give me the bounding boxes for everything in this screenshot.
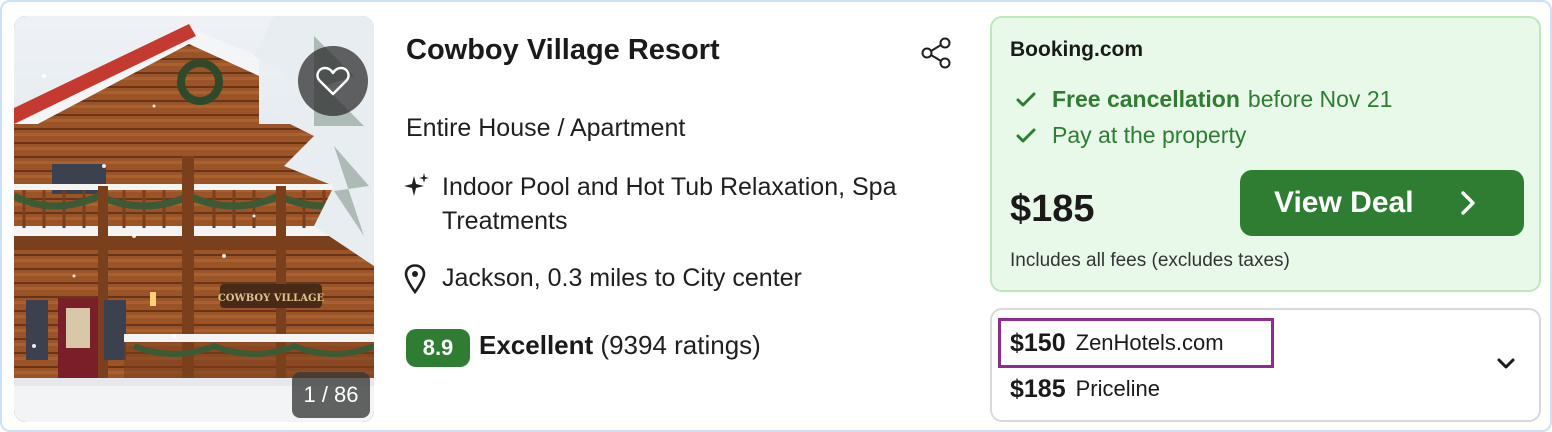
other-offers-panel[interactable]: $150 ZenHotels.com $185 Priceline (990, 308, 1541, 422)
share-button[interactable] (918, 36, 954, 70)
perk-bold-text: Free cancellation (1052, 86, 1240, 112)
deal-provider: Booking.com (1010, 38, 1144, 61)
offer-price: $185 (1010, 374, 1066, 403)
share-icon (921, 37, 951, 69)
hotel-name[interactable]: Cowboy Village Resort (406, 34, 720, 67)
photo-sign-text: COWBOY VILLAGE (218, 293, 325, 304)
hotel-listing-card: COWBOY VILLAGE 1 / 86 Cowboy Village Res… (0, 0, 1552, 432)
chevron-right-icon (1461, 191, 1475, 215)
sparkle-icon (404, 173, 429, 196)
amenity-highlight: Indoor Pool and Hot Tub Relaxation, Spa … (442, 173, 897, 235)
perk-free-cancellation: Free cancellation before Nov 21 (1016, 86, 1392, 113)
offer-site: Priceline (1075, 376, 1160, 401)
offer-site: ZenHotels.com (1075, 330, 1224, 355)
rating-summary: Excellent (9394 ratings) (479, 330, 761, 361)
photo-counter: 1 / 86 (292, 372, 370, 418)
fee-note: Includes all fees (excludes taxes) (1010, 250, 1290, 271)
perk-text: before Nov 21 (1247, 86, 1393, 112)
view-deal-label: View Deal (1274, 186, 1414, 219)
check-icon (1016, 92, 1036, 106)
offer-price: $150 (1010, 328, 1066, 357)
rating-score-badge: 8.9 (406, 329, 470, 367)
check-icon (1016, 128, 1036, 142)
rating-count: (9394 ratings) (600, 330, 761, 360)
map-pin-icon (404, 264, 426, 294)
view-deal-button[interactable]: View Deal (1240, 170, 1524, 236)
chevron-down-icon[interactable] (1494, 354, 1518, 374)
offer-row-priceline[interactable]: $185 Priceline (1010, 372, 1160, 406)
deal-price: $185 (1010, 188, 1095, 230)
property-type: Entire House / Apartment (406, 114, 686, 142)
perk-pay-at-property: Pay at the property (1016, 122, 1246, 149)
featured-deal-panel: Booking.com Free cancellation before Nov… (990, 16, 1541, 292)
heart-icon (316, 66, 350, 96)
favorite-button[interactable] (298, 46, 368, 116)
location-text: Jackson, 0.3 miles to City center (442, 264, 802, 292)
hotel-photo[interactable]: COWBOY VILLAGE 1 / 86 (14, 16, 374, 422)
perk-text: Pay at the property (1052, 122, 1247, 148)
offer-row-zenhotels[interactable]: $150 ZenHotels.com (998, 318, 1274, 368)
rating-label: Excellent (479, 330, 594, 360)
